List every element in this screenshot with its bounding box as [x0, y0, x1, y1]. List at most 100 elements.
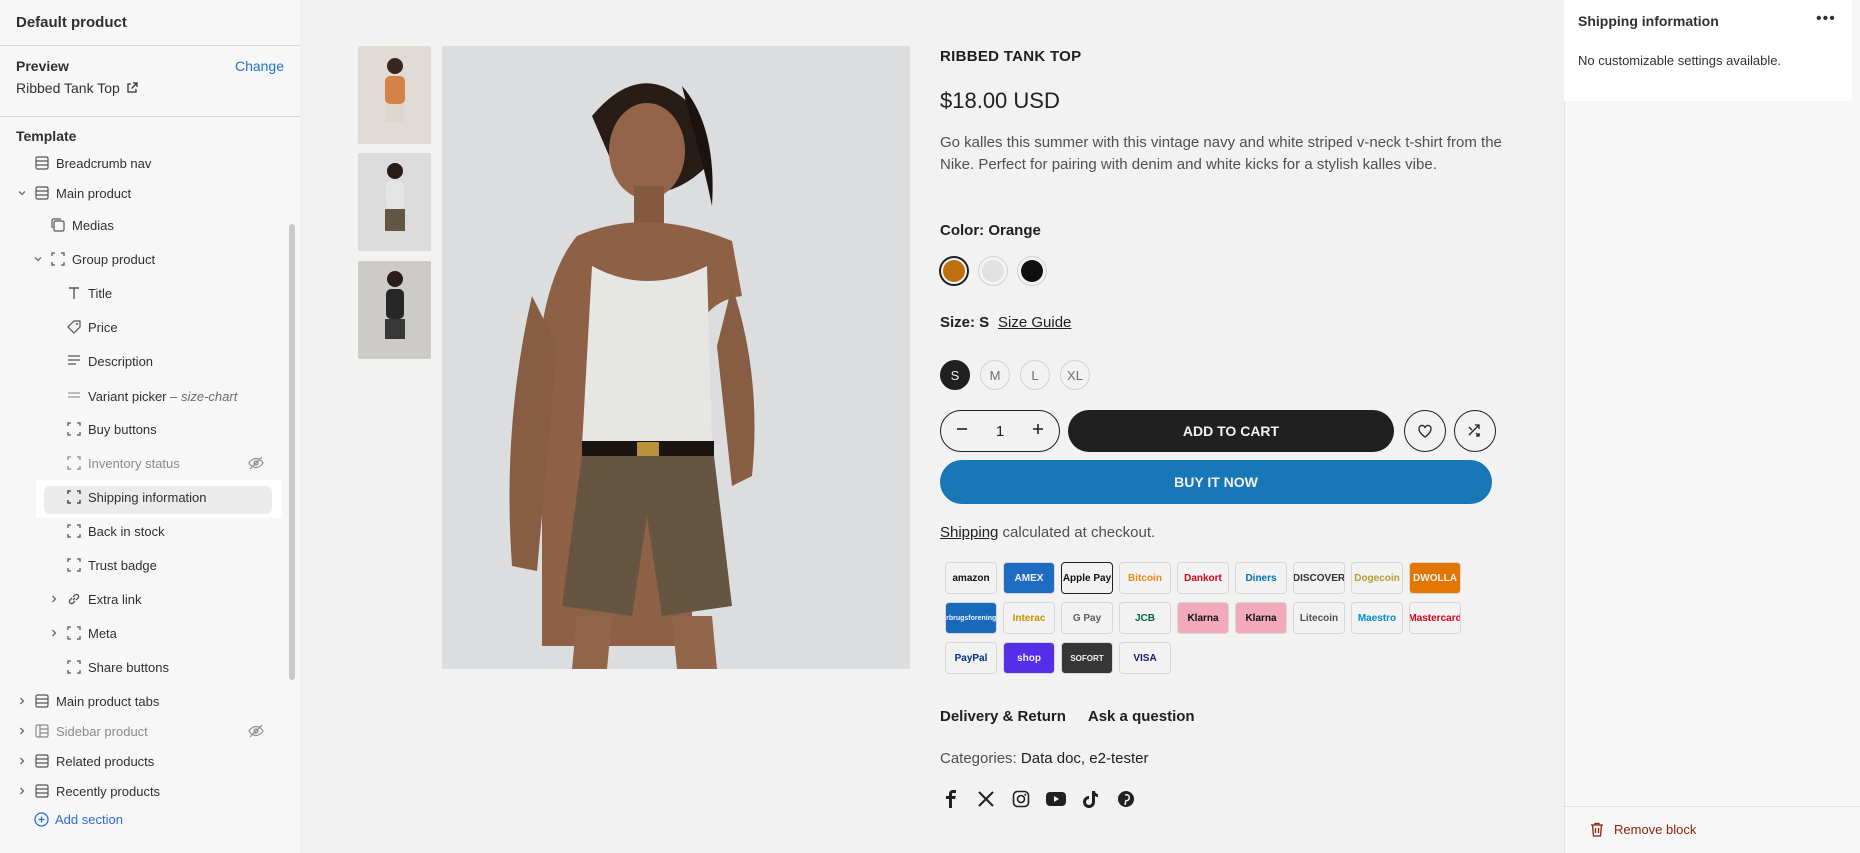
- color-swatch-black[interactable]: [1017, 256, 1047, 286]
- tree-item-group-product[interactable]: Group product: [0, 244, 290, 274]
- facebook-icon[interactable]: [940, 788, 961, 809]
- chevron-right-icon[interactable]: [16, 755, 28, 767]
- shipping-rest-text: calculated at checkout.: [998, 524, 1156, 541]
- tree-item-label: Medias: [72, 217, 114, 233]
- klarna-icon: Klarna: [1235, 602, 1287, 634]
- eye-hidden-icon[interactable]: [248, 723, 264, 739]
- tree-item-title[interactable]: Title: [0, 278, 290, 308]
- remove-block-button[interactable]: Remove block: [1590, 822, 1696, 837]
- sofort-icon: SOFORT: [1061, 642, 1113, 674]
- add-section-button[interactable]: Add section: [34, 812, 123, 827]
- plus-icon[interactable]: [1031, 422, 1045, 440]
- color-swatch-white[interactable]: [978, 256, 1008, 286]
- size-option-l[interactable]: L: [1020, 360, 1050, 390]
- tree-item-description[interactable]: Description: [0, 346, 290, 376]
- tag-icon: [66, 319, 82, 335]
- buy-it-now-button[interactable]: BUY IT NOW: [940, 460, 1492, 504]
- preview-page-link[interactable]: Ribbed Tank Top: [16, 80, 138, 96]
- size-option-s[interactable]: S: [940, 360, 970, 390]
- chevron-down-icon[interactable]: [16, 187, 28, 199]
- tree-item-share-buttons[interactable]: Share buttons: [0, 652, 290, 682]
- tree-item-back-in-stock[interactable]: Back in stock: [0, 516, 290, 546]
- tree-item-meta[interactable]: Meta: [0, 618, 290, 648]
- group-icon: [50, 251, 66, 267]
- dogecoin-icon: Dogecoin: [1351, 562, 1403, 594]
- x-icon[interactable]: [975, 788, 996, 809]
- pinterest-icon[interactable]: [1115, 788, 1136, 809]
- visa-icon: VISA: [1119, 642, 1171, 674]
- color-swatch-orange[interactable]: [939, 256, 969, 286]
- section-icon: [34, 155, 50, 171]
- tree-item-related-products[interactable]: Related products: [0, 746, 290, 776]
- klarna-icon: Klarna: [1177, 602, 1229, 634]
- litecoin-icon: Litecoin: [1293, 602, 1345, 634]
- chevron-right-icon[interactable]: [16, 785, 28, 797]
- template-heading: Template: [16, 128, 77, 144]
- preview-canvas: RIBBED TANK TOP $18.00 USD Go kalles thi…: [310, 10, 1540, 845]
- section-icon: [34, 185, 50, 201]
- size-option-m[interactable]: M: [980, 360, 1010, 390]
- tree-item-label: Variant picker – size-chart: [88, 389, 237, 404]
- tree-item-main-product[interactable]: Main product: [0, 178, 290, 208]
- tree-item-label: Meta: [88, 625, 117, 641]
- tree-item-extra-link[interactable]: Extra link: [0, 584, 290, 614]
- size-option-xl[interactable]: XL: [1060, 360, 1090, 390]
- youtube-icon[interactable]: [1045, 788, 1066, 809]
- bitcoin-icon: Bitcoin: [1119, 562, 1171, 594]
- size-guide-link[interactable]: Size Guide: [998, 314, 1071, 331]
- interac-icon: Interac: [1003, 602, 1055, 634]
- tree-item-medias[interactable]: Medias: [0, 210, 290, 240]
- tree-item-label: Trust badge: [88, 557, 157, 573]
- tree-item-main-product-tabs[interactable]: Main product tabs: [0, 686, 290, 716]
- jcb-icon: JCB: [1119, 602, 1171, 634]
- chevron-right-icon[interactable]: [48, 593, 60, 605]
- tree-item-variant-picker[interactable]: Variant picker – size-chart: [0, 381, 290, 411]
- ask-question-link[interactable]: Ask a question: [1088, 708, 1195, 725]
- divider: [0, 116, 300, 117]
- categories-label: Categories:: [940, 750, 1017, 767]
- product-thumbnail[interactable]: [358, 46, 431, 144]
- main-product-image[interactable]: [442, 46, 910, 669]
- tree-item-price[interactable]: Price: [0, 312, 290, 342]
- wishlist-button[interactable]: [1404, 410, 1446, 452]
- eye-hidden-icon[interactable]: [248, 455, 264, 471]
- compare-button[interactable]: [1454, 410, 1496, 452]
- chevron-right-icon[interactable]: [48, 627, 60, 639]
- color-label: Color: Orange: [940, 222, 1041, 239]
- sidebar-title: Default product: [16, 14, 127, 31]
- tree-item-label: Breadcrumb nav: [56, 155, 152, 171]
- product-thumbnail[interactable]: [358, 261, 431, 359]
- minus-icon[interactable]: [955, 422, 969, 440]
- delivery-return-link[interactable]: Delivery & Return: [940, 708, 1066, 725]
- tree-item-trust-badge[interactable]: Trust badge: [0, 550, 290, 580]
- tree-item-label: Extra link: [88, 591, 142, 607]
- mastercard-icon: Mastercard: [1409, 602, 1461, 634]
- tree-item-label: Group product: [72, 251, 156, 267]
- tree-item-breadcrumb-nav[interactable]: Breadcrumb nav: [0, 148, 290, 178]
- tree-item-inventory-status[interactable]: Inventory status: [0, 448, 290, 478]
- tree-item-shipping-information[interactable]: Shipping information: [0, 482, 290, 512]
- quantity-value[interactable]: 1: [996, 423, 1004, 440]
- chevron-down-icon[interactable]: [32, 253, 44, 265]
- categories-value[interactable]: Data doc, e2-tester: [1021, 750, 1149, 767]
- instagram-icon[interactable]: [1010, 788, 1031, 809]
- section-icon: [34, 753, 50, 769]
- add-to-cart-button[interactable]: ADD TO CART: [1068, 410, 1394, 452]
- tree-item-label: Title: [88, 285, 113, 301]
- tree-item-recently-products[interactable]: Recently products: [0, 776, 290, 806]
- tree-item-buy-buttons[interactable]: Buy buttons: [0, 414, 290, 444]
- chevron-right-icon[interactable]: [16, 725, 28, 737]
- block-icon: [66, 659, 82, 675]
- shuffle-icon: [1468, 424, 1480, 437]
- tiktok-icon[interactable]: [1080, 788, 1101, 809]
- chevron-right-icon[interactable]: [16, 695, 28, 707]
- product-title: RIBBED TANK TOP: [940, 48, 1082, 65]
- block-icon: [66, 455, 82, 471]
- sidebar-scrollbar[interactable]: [289, 224, 295, 680]
- change-preview-button[interactable]: Change: [235, 58, 284, 74]
- more-options-icon[interactable]: •••: [1816, 10, 1836, 28]
- tree-item-label: Recently products: [56, 783, 161, 799]
- product-thumbnail[interactable]: [358, 153, 431, 251]
- shipping-policy-link[interactable]: Shipping: [940, 524, 998, 541]
- tree-item-sidebar-product[interactable]: Sidebar product: [0, 716, 290, 746]
